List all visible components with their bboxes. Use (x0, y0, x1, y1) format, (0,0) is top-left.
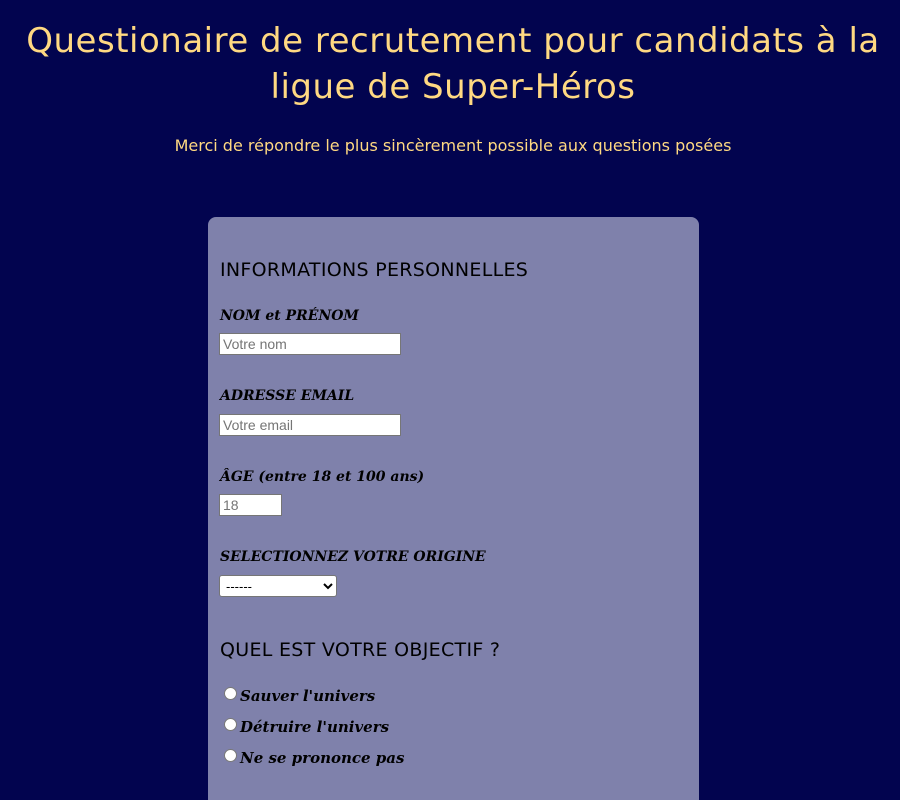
origin-label: SELECTIONNEZ VOTRE ORIGINE (220, 549, 486, 565)
objective-radio-undecided[interactable] (224, 748, 237, 762)
objective-option-destroy[interactable]: Détruire l'univers (224, 716, 389, 738)
name-label: NOM et PRÉNOM (220, 308, 359, 324)
recruitment-form: INFORMATIONS PERSONNELLES NOM et PRÉNOM … (208, 217, 699, 800)
age-input[interactable] (219, 494, 282, 516)
objective-option-label: Ne se prononce pas (240, 749, 405, 767)
objective-heading: QUEL EST VOTRE OBJECTIF ? (220, 639, 501, 661)
objective-option-undecided[interactable]: Ne se prononce pas (224, 747, 404, 769)
objective-radio-save[interactable] (224, 686, 237, 700)
age-label: ÂGE (entre 18 et 100 ans) (220, 469, 425, 485)
name-input[interactable] (219, 333, 401, 355)
personal-info-heading: INFORMATIONS PERSONNELLES (220, 259, 529, 281)
page-subtitle: Merci de répondre le plus sincèrement po… (174, 136, 732, 155)
objective-option-label: Sauver l'univers (240, 687, 376, 705)
objective-radio-destroy[interactable] (224, 717, 237, 731)
objective-option-save[interactable]: Sauver l'univers (224, 685, 375, 707)
page-title: Questionaire de recrutement pour candida… (26, 21, 880, 107)
origin-select[interactable]: ------ (219, 575, 337, 597)
email-input[interactable] (219, 414, 401, 436)
email-label: ADRESSE EMAIL (220, 388, 355, 404)
objective-option-label: Détruire l'univers (240, 718, 390, 736)
